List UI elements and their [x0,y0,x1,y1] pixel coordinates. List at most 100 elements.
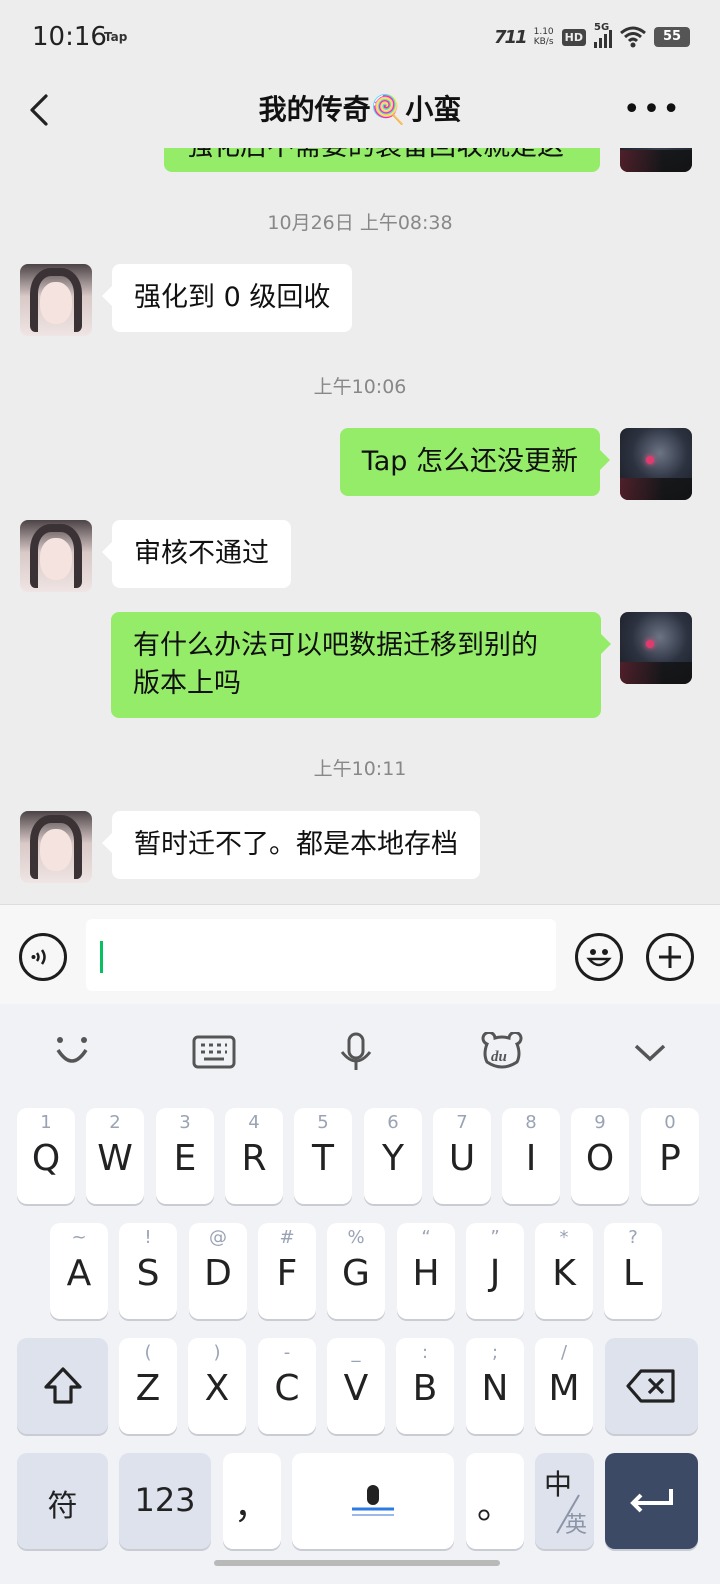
period-key[interactable]: 。 [466,1453,524,1549]
kb-du-tool[interactable]: du [476,1030,528,1074]
my-avatar[interactable] [620,148,692,172]
message-text: Tap 怎么还没更新 [361,446,578,477]
key-label: C [274,1368,300,1409]
backspace-key[interactable] [605,1338,698,1434]
language-switch-key[interactable]: 中 英 [535,1453,594,1549]
message-incoming[interactable]: 强化到 0 级回收 [101,264,353,332]
message-outgoing[interactable]: 有什么办法可以吧数据迁移到别的 版本上吗 [111,612,611,718]
message-text: 强化后不需要的装备回收就是这 [186,148,564,162]
key-hint: 4 [248,1112,260,1133]
key-hint: 3 [179,1112,191,1133]
kb-collapse-tool[interactable] [624,1030,676,1074]
key-i[interactable]: 8I [502,1108,560,1204]
contact-avatar[interactable] [20,811,92,883]
numbers-key[interactable]: 123 [119,1453,211,1549]
plus-icon [659,946,681,968]
key-hint: @ [209,1227,227,1248]
key-j[interactable]: ” J [466,1223,524,1319]
my-avatar[interactable] [620,428,692,500]
message-input[interactable] [86,919,556,991]
message-text-line: 版本上吗 [133,668,241,699]
keyboard: du 1Q2W3E4R5T6Y7U8I9O0P ~ A! S @ D # F% G “H” J * K… [0,1004,720,1584]
message-text-line: 有什么办法可以吧数据迁移到别的 [133,630,538,661]
key-h[interactable]: “H [397,1223,455,1319]
voice-icon [31,949,46,965]
key-hint: / [560,1342,568,1363]
key-hint: 8 [525,1112,537,1133]
key-a[interactable]: ~ A [50,1223,108,1319]
my-avatar[interactable] [620,612,692,684]
key-u[interactable]: 7U [433,1108,491,1204]
tap-notification-icon: Tap [104,30,128,44]
key-b[interactable]: :B [396,1338,454,1434]
key-hint: # [279,1227,295,1248]
key-label: U [448,1138,476,1179]
space-key[interactable] [292,1453,454,1549]
comma-key[interactable]: ， [223,1453,281,1549]
key-l[interactable]: ? L [604,1223,662,1319]
more-actions-button[interactable] [646,933,694,981]
key-label: X [204,1368,230,1409]
enter-key[interactable] [605,1453,698,1549]
network-type: 5G [594,22,610,33]
key-t[interactable]: 5T [294,1108,352,1204]
message-incoming[interactable]: 审核不通过 [102,520,291,588]
kb-keyboard-tool[interactable] [188,1030,240,1074]
key-label: B [412,1368,438,1409]
key-n[interactable]: ; N [466,1338,524,1434]
key-label: H [412,1253,440,1294]
more-icon[interactable]: ••• [623,92,682,127]
chevron-down-icon [634,1044,666,1062]
contact-avatar[interactable] [20,264,92,336]
timestamp: 上午10:06 [313,376,407,398]
key-y[interactable]: 6Y [364,1108,422,1204]
key-w[interactable]: 2W [86,1108,144,1204]
key-hint: % [347,1227,365,1248]
input-bar [0,904,720,1004]
key-d[interactable]: @ D [189,1223,247,1319]
key-hint: 9 [594,1112,606,1133]
signal-icon: 5G [594,22,612,48]
symbols-key[interactable]: 符 [17,1453,108,1549]
key-hint: ; [491,1342,499,1363]
voice-input-button[interactable] [19,933,67,981]
home-indicator [214,1560,500,1566]
key-label: S [136,1253,160,1294]
shift-key[interactable] [17,1338,108,1434]
key-z[interactable]: (Z [119,1338,177,1434]
hd-icon: HD [561,28,586,46]
key-label: W [97,1138,133,1179]
kb-voice-tool[interactable] [330,1030,382,1074]
key-e[interactable]: 3E [156,1108,214,1204]
key-q[interactable]: 1Q [17,1108,75,1204]
message-outgoing[interactable]: Tap 怎么还没更新 [339,428,611,496]
key-label: A [66,1253,92,1294]
message-text: 强化到 0 级回收 [134,282,331,313]
key-k[interactable]: * K [535,1223,593,1319]
key-label: F [276,1253,298,1294]
key-m[interactable]: / M [535,1338,593,1434]
key-f[interactable]: # F [258,1223,316,1319]
backspace-icon [626,1369,675,1403]
kb-emoji-tool[interactable] [46,1030,98,1074]
emoji-icon [586,949,612,967]
key-p[interactable]: 0P [641,1108,699,1204]
key-r[interactable]: 4R [225,1108,283,1204]
contact-avatar[interactable] [20,520,92,592]
key-x[interactable]: ) X [188,1338,246,1434]
key-v[interactable]: _ V [327,1338,385,1434]
message-list[interactable]: 强化后不需要的装备回收就是这 10月26日 上午08:38 强化到 0 级回收 … [0,148,720,904]
message-incoming[interactable]: 暂时迁不了。都是本地存档 [102,811,480,879]
microphone-icon [340,1032,372,1070]
key-o[interactable]: 9O [571,1108,629,1204]
key-g[interactable]: % G [327,1223,385,1319]
keyboard-icon [192,1035,236,1069]
key-c[interactable]: -C [258,1338,316,1434]
svg-text:du: du [491,1049,507,1065]
key-hint: ) [213,1342,221,1363]
numbers-key-label: 123 [134,1481,196,1519]
key-s[interactable]: ! S [119,1223,177,1319]
key-label: Q [31,1138,61,1179]
emoji-button[interactable] [575,933,623,981]
message-outgoing[interactable]: 强化后不需要的装备回收就是这 [164,148,600,172]
